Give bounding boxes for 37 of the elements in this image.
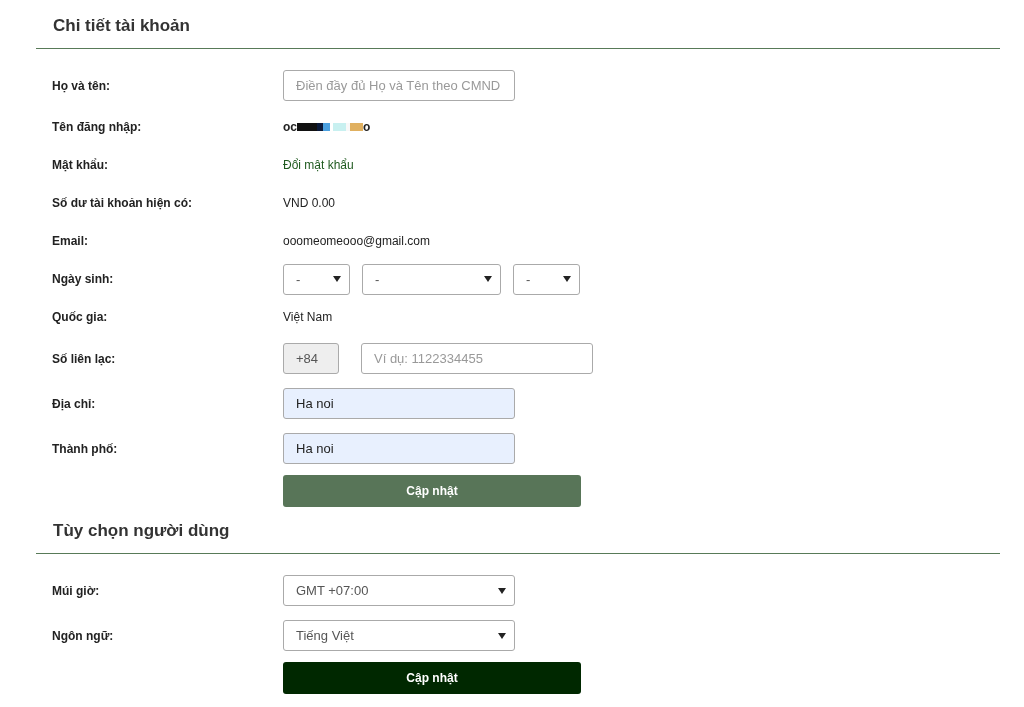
phone-field[interactable]: Ví dụ: 1122334455: [361, 343, 593, 374]
section-heading: Tùy chọn người dùng: [52, 520, 231, 542]
field-label: Số dư tài khoản hiện có:: [51, 196, 194, 210]
field-label: Ngôn ngữ:: [51, 628, 115, 643]
select-field[interactable]: -: [283, 263, 350, 295]
country-code-field: +84: [283, 343, 339, 374]
caret-icon: [563, 276, 571, 282]
field-label: Quốc gia:: [51, 310, 109, 324]
field-label: Ngày sinh:: [51, 272, 115, 286]
field-label: Họ và tên:: [51, 78, 111, 93]
select-field[interactable]: -: [362, 263, 501, 295]
change-password-link[interactable]: Đổi mật khẩu: [283, 158, 354, 172]
field-label: Múi giờ:: [51, 583, 101, 598]
field-value: ooomeomeooo@gmail.com: [283, 234, 430, 248]
field-label: Mật khẩu:: [51, 158, 109, 172]
text-field[interactable]: Ha noi: [283, 388, 515, 419]
field-label: Địa chỉ:: [51, 396, 97, 411]
username-text: oc: [283, 120, 297, 134]
field-label: Tên đăng nhập:: [51, 120, 143, 134]
field-label: Email:: [51, 234, 89, 248]
select-field[interactable]: Tiếng Việt: [283, 620, 515, 651]
select-field[interactable]: GMT +07:00: [283, 575, 515, 606]
select-field[interactable]: -: [513, 263, 580, 295]
text-field[interactable]: Điền đầy đủ Họ và Tên theo CMND: [283, 70, 515, 101]
field-label: Số liên lạc:: [51, 351, 117, 366]
caret-icon: [498, 587, 506, 594]
section-heading: Chi tiết tài khoản: [52, 15, 191, 37]
field-value: Việt Nam: [283, 310, 333, 324]
text-field[interactable]: Ha noi: [283, 433, 515, 464]
caret-icon: [484, 276, 492, 282]
caret-icon: [333, 276, 341, 282]
redaction-mark: [297, 123, 363, 131]
field-label: Thành phố:: [51, 441, 119, 456]
update-button[interactable]: Cập nhật: [283, 662, 581, 694]
caret-icon: [498, 632, 506, 639]
username-text: o: [363, 120, 371, 134]
field-value: VND 0.00: [283, 196, 336, 210]
